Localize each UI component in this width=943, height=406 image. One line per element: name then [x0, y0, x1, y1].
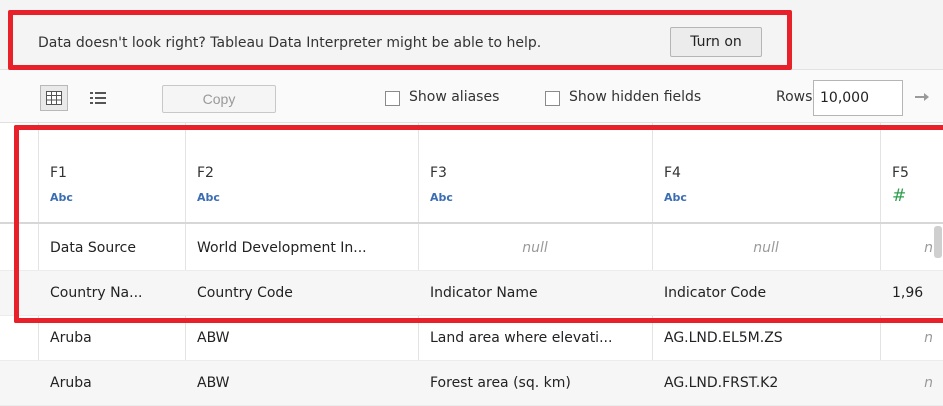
column-name: F1 — [50, 165, 67, 181]
table-cell: Aruba — [50, 375, 92, 391]
table-cell: Country Code — [197, 285, 293, 301]
table-cell: Country Na... — [50, 285, 143, 301]
table-cell: Land area where elevati... — [430, 330, 613, 346]
data-grid: F1 Abc F2 Abc F3 Abc F4 Abc F5 # Data So… — [0, 123, 943, 406]
data-interpreter-bar: Data doesn't look right? Tableau Data In… — [0, 0, 943, 70]
table-cell: Data Source — [50, 240, 136, 256]
interpreter-message: Data doesn't look right? Tableau Data In… — [38, 35, 542, 51]
table-row: Aruba ABW Forest area (sq. km) AG.LND.FR… — [0, 361, 943, 406]
grid-toolbar: Copy Show aliases Show hidden fields Row… — [0, 70, 943, 123]
rows-input[interactable]: 10,000 — [813, 80, 903, 116]
column-header-f1[interactable]: F1 Abc — [38, 123, 185, 224]
copy-button[interactable]: Copy — [162, 85, 276, 113]
table-cell: 1,96 — [892, 285, 924, 301]
show-hidden-fields-label: Show hidden fields — [569, 89, 702, 105]
table-row: Country Na... Country Code Indicator Nam… — [0, 271, 943, 316]
rows-label: Rows — [776, 89, 813, 105]
table-cell: n — [924, 375, 933, 391]
list-view-icon[interactable] — [84, 85, 112, 111]
table-cell: Aruba — [50, 330, 92, 346]
column-name: F2 — [197, 165, 214, 181]
table-cell: Forest area (sq. km) — [430, 375, 571, 391]
column-name: F3 — [430, 165, 447, 181]
number-type-icon[interactable]: # — [892, 186, 906, 206]
table-cell: n — [924, 330, 933, 346]
column-header-f5[interactable]: F5 # — [880, 123, 943, 224]
column-header-row: F1 Abc F2 Abc F3 Abc F4 Abc F5 # — [0, 123, 943, 224]
string-type-icon[interactable]: Abc — [430, 191, 453, 204]
table-cell: AG.LND.EL5M.ZS — [664, 330, 783, 346]
table-cell: ABW — [197, 330, 230, 346]
column-header-f4[interactable]: F4 Abc — [652, 123, 880, 224]
table-cell: World Development In... — [197, 240, 367, 256]
grid-view-icon[interactable] — [40, 85, 68, 111]
show-aliases-label: Show aliases — [409, 89, 500, 105]
table-cell: null — [753, 240, 779, 256]
table-row: Aruba ABW Land area where elevati... AG.… — [0, 316, 943, 361]
string-type-icon[interactable]: Abc — [197, 191, 220, 204]
table-cell: Indicator Code — [664, 285, 767, 301]
column-name: F5 — [892, 165, 909, 181]
table-row: Data Source World Development In... null… — [0, 226, 943, 271]
vertical-scrollbar[interactable] — [934, 226, 942, 258]
arrow-right-icon[interactable] — [912, 88, 932, 106]
turn-on-button[interactable]: Turn on — [670, 27, 762, 57]
string-type-icon[interactable]: Abc — [50, 191, 73, 204]
table-cell: null — [522, 240, 548, 256]
table-cell: AG.LND.FRST.K2 — [664, 375, 779, 391]
string-type-icon[interactable]: Abc — [664, 191, 687, 204]
column-name: F4 — [664, 165, 681, 181]
table-cell: Indicator Name — [430, 285, 538, 301]
column-header-f3[interactable]: F3 Abc — [418, 123, 652, 224]
column-header-f2[interactable]: F2 Abc — [185, 123, 418, 224]
show-hidden-fields-checkbox[interactable] — [545, 91, 560, 106]
table-cell: ABW — [197, 375, 230, 391]
show-aliases-checkbox[interactable] — [385, 91, 400, 106]
